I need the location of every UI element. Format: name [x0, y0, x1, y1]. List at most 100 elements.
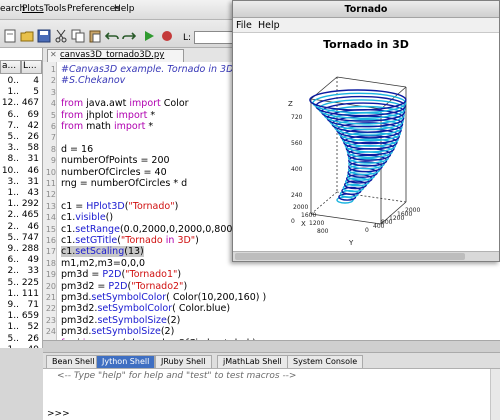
tornado-window-title[interactable]: Tornado — [233, 1, 499, 18]
editor-tab[interactable]: ✕ canvas3D_tornado3D.py — [47, 49, 184, 62]
code-line: #S.Chekanov — [61, 75, 126, 87]
tab-jython-shell[interactable]: Jython Shell — [96, 355, 156, 368]
left-panel-cell[interactable]: 5.. — [0, 334, 19, 345]
left-panel-cell[interactable]: 31 — [21, 154, 39, 165]
left-panel-cell[interactable]: 659 — [21, 311, 39, 322]
y-axis-label: Y — [348, 239, 354, 247]
left-panel-cell[interactable]: 33 — [21, 266, 39, 277]
left-panel-cell[interactable]: 46 — [21, 222, 39, 233]
left-panel-cell[interactable]: 2.. — [0, 266, 19, 277]
tab-jmathlab-shell[interactable]: jMathLab Shell — [217, 355, 288, 368]
left-panel-cell[interactable]: 1.. — [0, 199, 19, 210]
left-panel-cell[interactable]: 1.. — [0, 322, 19, 333]
jython-shell-console[interactable]: <-- Type "help" for help and "test" to t… — [43, 368, 500, 420]
code-line: numberOfCircles = 40 — [61, 166, 167, 178]
left-panel-cell[interactable]: 71 — [21, 300, 39, 311]
menu-file[interactable]: File — [236, 20, 252, 31]
left-panel-cell[interactable]: 3.. — [0, 177, 19, 188]
left-panel-cell[interactable]: 2.. — [0, 210, 19, 221]
left-panel-cell[interactable]: 0.. — [0, 76, 19, 87]
left-panel-cell[interactable]: 43 — [21, 188, 39, 199]
line-label: L: — [183, 33, 192, 43]
pane-splitter[interactable] — [43, 340, 500, 352]
scroll-thumb[interactable] — [235, 253, 465, 260]
tab-bean-shell[interactable]: Bean Shell — [46, 355, 101, 368]
menu-help-tornado[interactable]: Help — [258, 20, 280, 31]
line-number: 17 — [45, 247, 56, 257]
redo-icon[interactable] — [122, 29, 136, 43]
run-icon[interactable] — [142, 29, 156, 43]
left-panel-cell[interactable]: 9.. — [0, 244, 19, 255]
left-panel-cell[interactable]: 69 — [21, 110, 39, 121]
left-panel-cell[interactable]: 288 — [21, 244, 39, 255]
left-panel-cell[interactable]: 6.. — [0, 110, 19, 121]
left-panel-cell[interactable]: 52 — [21, 322, 39, 333]
left-panel-cell[interactable]: 1.. — [0, 87, 19, 98]
tornado-scrollbar[interactable] — [233, 251, 499, 261]
paste-icon[interactable] — [88, 29, 102, 43]
left-panel-cell[interactable]: 292 — [21, 199, 39, 210]
left-panel-cell[interactable]: 5.. — [0, 278, 19, 289]
shell-scrollbar[interactable] — [490, 369, 500, 420]
new-file-icon[interactable] — [3, 29, 17, 43]
left-panel-cell[interactable]: 5.. — [0, 233, 19, 244]
left-panel-cell[interactable]: 1.. — [0, 289, 19, 300]
close-icon[interactable]: ✕ — [50, 50, 57, 59]
left-panel-cell[interactable]: 26 — [21, 334, 39, 345]
left-panel-cell[interactable]: 465 — [21, 210, 39, 221]
menu-help[interactable]: Help — [114, 4, 135, 14]
left-panel-header-l[interactable]: L... — [21, 60, 42, 74]
line-gutter: 1 2 3 4 5 6 7 8 9 10 11 12 13 14 15 16 17 18 19 20 21 22 23 24 — [43, 62, 57, 340]
left-panel-cell[interactable]: 747 — [21, 233, 39, 244]
menu-preferences[interactable]: Preferences — [67, 4, 120, 14]
left-panel-cell[interactable]: 6.. — [0, 255, 19, 266]
left-panel-header-a[interactable]: a... — [0, 60, 21, 74]
left-panel-cell[interactable]: 5 — [21, 87, 39, 98]
left-panel-cell[interactable]: 26 — [21, 132, 39, 143]
cut-icon[interactable] — [54, 29, 68, 43]
menu-tools[interactable]: Tools — [44, 4, 66, 14]
undo-icon[interactable] — [105, 29, 119, 43]
left-panel-cell[interactable]: 42 — [21, 121, 39, 132]
line-number: 8 — [50, 144, 56, 154]
left-panel-cell[interactable]: 12.. — [0, 98, 19, 109]
left-panel-cell[interactable]: 9.. — [0, 300, 19, 311]
stop-icon[interactable] — [160, 29, 174, 43]
line-number: 22 — [45, 304, 56, 314]
left-panel-cell[interactable]: 49 — [21, 345, 39, 348]
tab-jruby-shell[interactable]: JRuby Shell — [155, 355, 212, 368]
line-number: 24 — [45, 327, 56, 337]
left-panel-cell[interactable]: 58 — [21, 143, 39, 154]
plot-canvas[interactable]: Tornado in 3D Z 720 560 400 240 0 X 2000 1600 120… — [233, 34, 499, 251]
left-panel-cell[interactable]: 49 — [21, 255, 39, 266]
left-panel-cell[interactable]: 31 — [21, 177, 39, 188]
code-line: pm3d = P2D("Tornado1") — [61, 269, 182, 281]
line-input[interactable] — [194, 31, 236, 44]
save-icon[interactable] — [37, 29, 51, 43]
left-panel-cell[interactable]: 7.. — [0, 121, 19, 132]
left-panel-cell[interactable]: 3.. — [0, 143, 19, 154]
line-number: 15 — [45, 224, 56, 234]
open-file-icon[interactable] — [20, 29, 34, 43]
left-panel-cell[interactable]: 467 — [21, 98, 39, 109]
left-panel-cell[interactable]: 111 — [21, 289, 39, 300]
code-line: d = 16 — [61, 143, 94, 155]
x-tick-label: 1600 — [301, 212, 316, 219]
code-line: c1.visible() — [61, 212, 114, 224]
left-panel-cell[interactable]: 10.. — [0, 166, 19, 177]
box-edge — [310, 191, 338, 215]
left-panel-cell[interactable]: 8.. — [0, 154, 19, 165]
left-panel-cell[interactable]: 4 — [21, 76, 39, 87]
menu-plots[interactable]: Plots — [22, 4, 44, 14]
left-panel-cell[interactable]: 225 — [21, 278, 39, 289]
copy-icon[interactable] — [71, 29, 85, 43]
line-number: 7 — [50, 133, 56, 143]
line-number: 3 — [50, 87, 56, 97]
tab-system-console[interactable]: System Console — [287, 355, 364, 368]
left-panel-cell[interactable]: 5.. — [0, 132, 19, 143]
left-panel-cell[interactable]: 46 — [21, 166, 39, 177]
left-panel-cell[interactable]: 2.. — [0, 222, 19, 233]
left-panel-cell[interactable]: 1.. — [0, 345, 19, 348]
left-panel-cell[interactable]: 1.. — [0, 188, 19, 199]
left-panel-cell[interactable]: 1.. — [0, 311, 19, 322]
